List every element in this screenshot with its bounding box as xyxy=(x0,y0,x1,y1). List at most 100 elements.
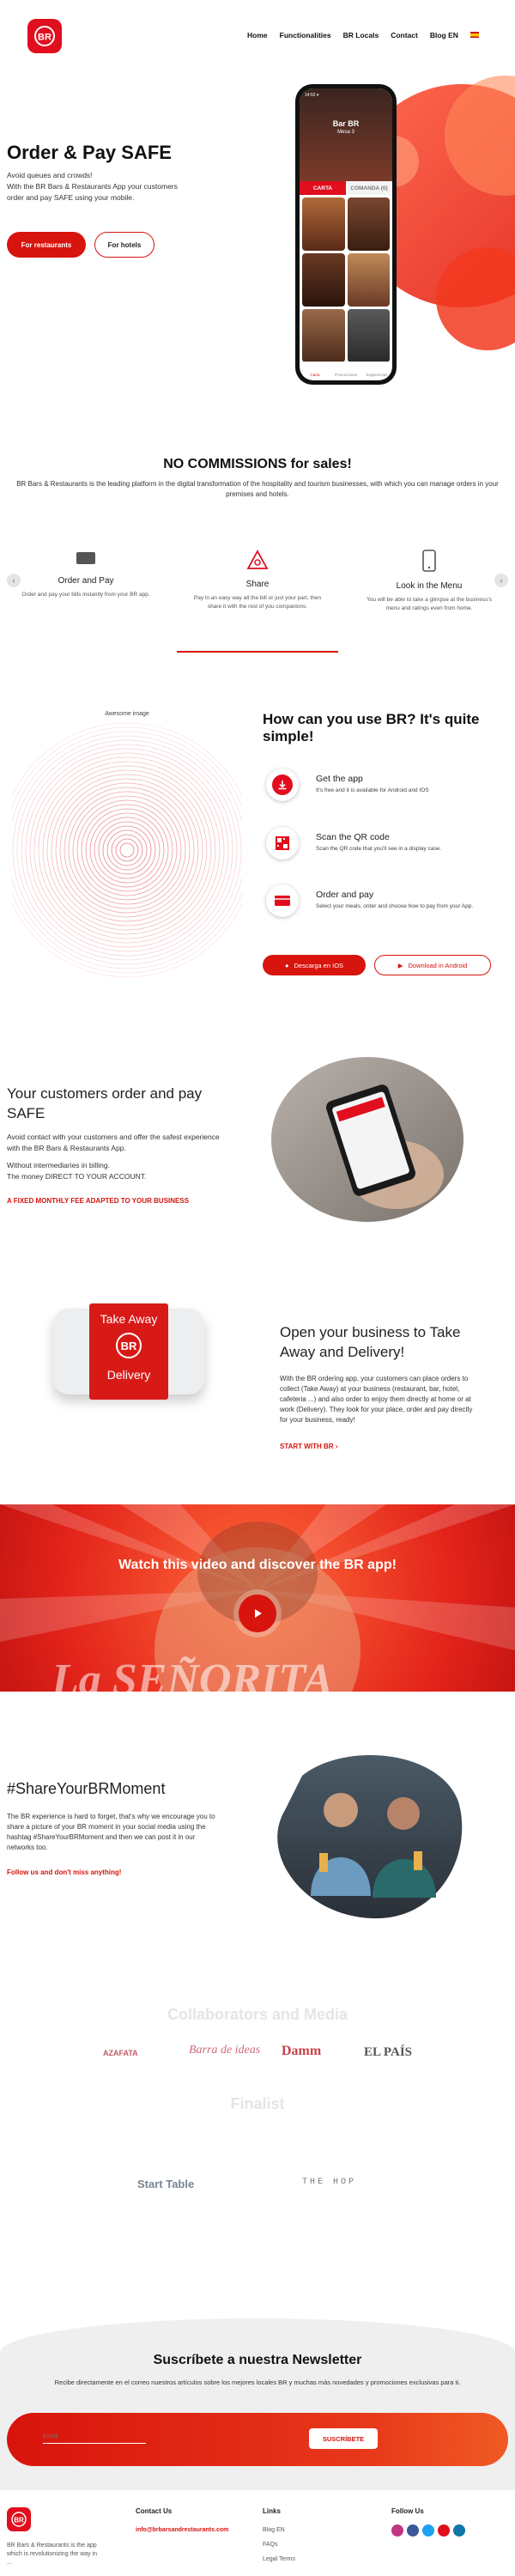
twitter-icon[interactable] xyxy=(422,2524,434,2537)
phone-table: Mesa 3 xyxy=(337,130,354,135)
customer-phone-photo xyxy=(268,1054,467,1224)
video-section: La SEÑORITA Watch this video and discove… xyxy=(0,1504,515,1692)
customers-title-line: Your customers order and pay xyxy=(7,1085,203,1102)
svg-text:BR: BR xyxy=(121,1340,137,1352)
footer-link-faqs[interactable]: FAQs xyxy=(263,2542,278,2548)
partner-logo-barra[interactable]: Barra de ideas xyxy=(189,2044,260,2057)
fixed-fee-link[interactable]: A FIXED MONTHLY FEE ADAPTED TO YOUR BUSI… xyxy=(7,1197,189,1205)
tab-comanda[interactable]: COMANDA (0) xyxy=(346,181,392,195)
partner-logo-damm[interactable]: Damm xyxy=(282,2044,321,2059)
menu-tile[interactable] xyxy=(347,309,390,362)
br-logo[interactable]: BR xyxy=(27,19,62,53)
takeaway-title: Open your business to Take Away and Deli… xyxy=(280,1322,503,1362)
phone-nav-sugerencias[interactable]: Sugerencias xyxy=(361,362,392,380)
customers-title: Your customers order and pay SAFE xyxy=(7,1084,256,1123)
menu-tile[interactable] xyxy=(347,253,390,307)
youtube-icon[interactable] xyxy=(438,2524,450,2537)
nav-functionalities[interactable]: Functionalities xyxy=(280,31,331,39)
step-desc: It's free and it is available for Androi… xyxy=(316,787,429,793)
linkedin-icon[interactable] xyxy=(453,2524,465,2537)
spain-flag-icon[interactable] xyxy=(470,32,479,38)
step-get-app: Get the app It's free and it is availabl… xyxy=(266,769,515,805)
takeaway-text-line: With the BR ordering app, your customers… xyxy=(280,1375,469,1382)
menu-grid xyxy=(300,195,392,365)
main-nav: Home Functionalities BR Locals Contact B… xyxy=(247,31,479,39)
takeaway-text-line: collect (Take Away) at your business (re… xyxy=(280,1385,460,1393)
for-restaurants-button[interactable]: For restaurants xyxy=(7,232,86,258)
footer-link-blog[interactable]: Blog EN xyxy=(263,2527,285,2533)
card-icon xyxy=(76,552,95,564)
takeaway-text-line: cafeteria ...) and also order to enjoy t… xyxy=(280,1395,471,1403)
menu-tile[interactable] xyxy=(302,197,345,251)
hero-subtitle-line: Avoid queues and crowds! xyxy=(7,171,93,179)
nav-contact[interactable]: Contact xyxy=(391,31,418,39)
finalist-title: Finalist xyxy=(230,2095,285,2112)
finalist-logo-the-hop[interactable]: THE HOP xyxy=(302,2178,356,2187)
for-hotels-button[interactable]: For hotels xyxy=(94,232,154,258)
feature-title: Look in the Menu xyxy=(396,581,463,591)
download-ios-label: Descarga en IOS xyxy=(294,961,344,969)
download-android-button[interactable]: ▶ Download in Android xyxy=(374,955,491,975)
phone-mockup: 14:52 ▾ Bar BR Mesa 3 CARTA COMANDA (0) … xyxy=(295,84,397,385)
br-logo-icon: BR xyxy=(34,26,55,46)
phone-nav-carta[interactable]: Carta xyxy=(300,362,330,380)
qr-code-icon xyxy=(266,827,299,860)
takeaway-text: With the BR ordering app, your customers… xyxy=(280,1374,512,1425)
usage-title: How can you use BR? It's quite simple! xyxy=(263,711,480,744)
download-icon xyxy=(266,769,299,801)
android-icon: ▶ xyxy=(397,961,403,969)
footer-links-title: Links xyxy=(263,2507,281,2515)
tab-carta[interactable]: CARTA xyxy=(300,181,346,195)
customers-title-line: SAFE xyxy=(7,1105,45,1121)
footer-logo[interactable]: BR xyxy=(7,2507,31,2531)
step-desc: Scan the QR code that you'll see in a di… xyxy=(316,846,442,852)
newsletter-text: Recibe directamente en el correo nuestro… xyxy=(54,2379,461,2386)
footer-contact-email[interactable]: info@brbarsandrestaurants.com xyxy=(136,2527,228,2533)
newsletter-title: Suscríbete a nuestra Newsletter xyxy=(153,2353,362,2367)
partner-logo-el-pais[interactable]: EL PAÍS xyxy=(364,2045,412,2060)
feature-order-pay: Order and Pay Order and pay your bills i… xyxy=(21,550,150,599)
follow-us-link[interactable]: Follow us and don't miss anything! xyxy=(7,1868,121,1876)
concentric-circles-image: Awesome image xyxy=(0,704,255,1013)
download-android-label: Download in Android xyxy=(408,961,468,969)
hero-subtitle: Avoid queues and crowds! With the BR Bar… xyxy=(7,170,204,204)
menu-tile[interactable] xyxy=(347,197,390,251)
nav-br-locals[interactable]: BR Locals xyxy=(343,31,379,39)
download-ios-button[interactable]: ● Descarga en IOS xyxy=(263,955,366,975)
footer-about-line: BR Bars & Restaurants is the app xyxy=(7,2543,97,2549)
menu-tile[interactable] xyxy=(302,309,345,362)
play-icon[interactable] xyxy=(239,1595,276,1632)
step-title: Get the app xyxy=(316,774,363,784)
menu-tile[interactable] xyxy=(302,253,345,307)
customers-text-line: The money DIRECT TO YOUR ACCOUNT. xyxy=(7,1171,147,1181)
status-bar: 14:52 ▾ xyxy=(305,93,319,98)
video-title: Watch this video and discover the BR app… xyxy=(118,1558,397,1572)
customers-text-line: with the BR Bars & Restaurants App. xyxy=(7,1143,126,1152)
finalist-logo-start-table[interactable]: Start Table xyxy=(137,2178,194,2190)
instagram-icon[interactable] xyxy=(391,2524,403,2537)
footer-link-legal[interactable]: Legal Terms xyxy=(263,2556,295,2562)
carousel-next-icon[interactable]: › xyxy=(494,574,508,587)
footer-about-line: ... xyxy=(7,2560,12,2566)
apple-icon: ● xyxy=(284,961,289,969)
subscribe-button[interactable]: SUSCRÍBETE xyxy=(309,2428,378,2449)
start-with-br-link[interactable]: START WITH BR › xyxy=(280,1443,337,1450)
carousel-prev-icon[interactable]: ‹ xyxy=(7,574,21,587)
share-icon xyxy=(246,550,269,569)
feature-desc: Order and pay your bills instantly from … xyxy=(21,592,150,598)
nav-home[interactable]: Home xyxy=(247,31,268,39)
share-text-line: networks too. xyxy=(7,1844,48,1851)
partner-logo-azafata[interactable]: AZAFATA xyxy=(103,2049,138,2057)
feature-desc: Pay in an easy way all the bill or just … xyxy=(193,595,322,610)
hero-title: Order & Pay SAFE xyxy=(7,142,172,163)
step-scan-qr: Scan the QR code Scan the QR code that y… xyxy=(266,827,515,863)
phone-nav-promociones[interactable]: Promociones xyxy=(330,362,361,380)
feature-desc: You will be able to take a glimpse at th… xyxy=(367,597,492,611)
commissions-title: NO COMMISSIONS for sales! xyxy=(163,457,352,471)
phone-tabs: CARTA COMANDA (0) xyxy=(300,181,392,195)
svg-text:BR: BR xyxy=(14,2517,24,2524)
nav-blog[interactable]: Blog EN xyxy=(430,31,458,39)
newsletter-email-input[interactable] xyxy=(43,2430,146,2444)
facebook-icon[interactable] xyxy=(407,2524,419,2537)
br-logo-icon: BR xyxy=(116,1333,142,1358)
